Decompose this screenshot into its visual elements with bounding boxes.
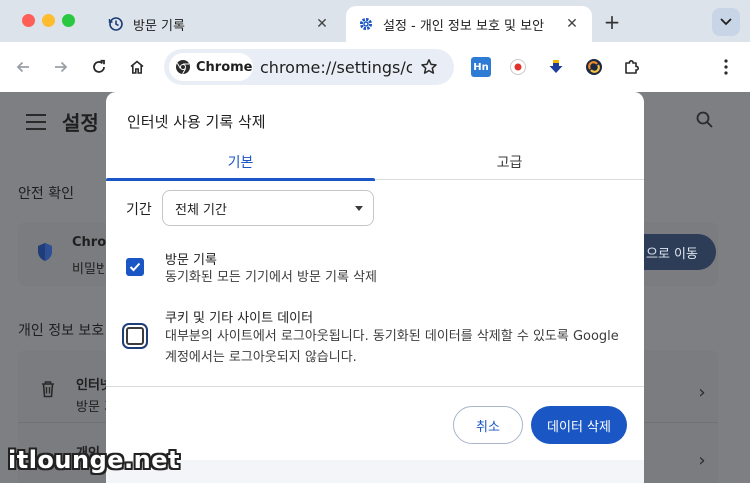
maximize-window-button[interactable] <box>62 14 75 27</box>
clear-data-row-title: 인터넷 <box>76 378 108 393</box>
hamburger-menu-icon[interactable] <box>26 114 46 130</box>
cookies-desc: 대부분의 사이트에서 로그아웃됩니다. 동기화된 데이터를 삭제할 수 있도록 … <box>165 329 619 365</box>
time-range-select[interactable]: 전체 기간 <box>162 190 374 226</box>
dialog-divider <box>106 386 644 387</box>
privacy-section-label: 개인 정보 보호 <box>18 323 105 339</box>
close-window-button[interactable] <box>22 14 35 27</box>
hn-extension-icon[interactable]: Hn <box>471 57 491 77</box>
chevron-right-icon[interactable]: › <box>694 450 710 471</box>
cookies-title: 쿠키 및 기타 사이트 데이터 <box>165 311 314 326</box>
address-bar[interactable]: Chrome chrome://settings/c... <box>164 49 454 85</box>
clear-data-row-sub: 방문 기 <box>76 400 108 415</box>
tab-label: 방문 기록 <box>133 18 185 34</box>
chip-label: Chrome <box>196 59 253 75</box>
chevron-down-icon <box>720 18 732 26</box>
watermark-text: itlounge.net <box>8 446 180 474</box>
close-tab-icon[interactable]: ✕ <box>312 14 332 34</box>
checkmark-icon <box>129 262 141 272</box>
tab-strip: 방문 기록 ✕ 설정 - 개인 정보 보호 및 보안 ✕ + <box>0 0 750 42</box>
browsing-history-checkbox[interactable] <box>126 258 144 276</box>
browsing-history-desc: 동기화된 모든 기기에서 방문 기록 삭제 <box>165 270 378 285</box>
active-tab-indicator <box>106 178 375 181</box>
chevron-right-icon[interactable]: › <box>694 382 710 403</box>
safety-card-title: Chrome <box>72 235 108 250</box>
bookmark-star-icon[interactable] <box>418 56 440 78</box>
home-icon <box>130 60 144 74</box>
cookies-checkbox[interactable] <box>126 327 144 345</box>
time-range-label: 기간 <box>126 202 152 218</box>
arrow-right-icon <box>55 61 68 73</box>
back-button[interactable] <box>10 54 36 80</box>
dropdown-caret-icon <box>355 206 363 211</box>
dialog-tabs: 기본 고급 <box>106 144 644 181</box>
minimize-window-button[interactable] <box>42 14 55 27</box>
forward-button[interactable] <box>48 54 74 80</box>
tab-search-button[interactable] <box>712 8 740 36</box>
trash-icon <box>40 380 56 398</box>
url-text[interactable]: chrome://settings/c... <box>260 58 412 77</box>
kebab-menu-icon[interactable] <box>716 57 736 77</box>
clear-browsing-data-dialog: 인터넷 사용 기록 삭제 기본 고급 기간 전체 기간 방문 기록 동기화된 모… <box>106 92 644 483</box>
tab-basic-label: 기본 <box>227 155 254 171</box>
tab-advanced-label: 고급 <box>496 155 523 171</box>
search-icon[interactable] <box>695 110 717 132</box>
chrome-logo-icon <box>176 60 190 74</box>
home-button[interactable] <box>124 54 150 80</box>
dialog-title: 인터넷 사용 기록 삭제 <box>127 113 266 131</box>
new-tab-button[interactable]: + <box>600 10 624 34</box>
tab-history[interactable]: 방문 기록 ✕ <box>96 6 342 42</box>
site-info-chip[interactable]: Chrome <box>169 53 253 81</box>
sync-extension-icon[interactable] <box>584 57 604 77</box>
safety-section-label: 안전 확인 <box>18 186 74 202</box>
reload-icon <box>93 59 105 73</box>
tab-basic[interactable]: 기본 <box>106 144 375 181</box>
download-extension-icon[interactable] <box>546 57 566 77</box>
history-icon <box>108 16 124 32</box>
toolbar: Chrome chrome://settings/c... Hn <box>0 42 750 92</box>
delete-data-button[interactable]: 데이터 삭제 <box>531 406 627 444</box>
close-tab-icon[interactable]: ✕ <box>562 14 582 34</box>
time-range-value: 전체 기간 <box>175 202 227 218</box>
tab-label: 설정 - 개인 정보 보호 및 보안 <box>383 18 545 34</box>
page-title: 설정 <box>62 111 99 135</box>
tab-settings[interactable]: 설정 - 개인 정보 보호 및 보안 ✕ <box>346 6 592 42</box>
browsing-history-title: 방문 기록 <box>165 253 217 268</box>
cancel-button[interactable]: 취소 <box>453 406 523 444</box>
shield-icon <box>36 242 54 262</box>
tab-advanced[interactable]: 고급 <box>375 144 644 180</box>
dialog-footer-area <box>106 460 644 483</box>
arrow-left-icon <box>16 61 29 73</box>
reload-button[interactable] <box>86 54 112 80</box>
safety-card-sub: 비밀번 <box>72 262 104 277</box>
gear-icon <box>358 16 374 32</box>
record-extension-icon[interactable] <box>508 57 528 77</box>
puzzle-extensions-icon[interactable] <box>622 57 642 77</box>
